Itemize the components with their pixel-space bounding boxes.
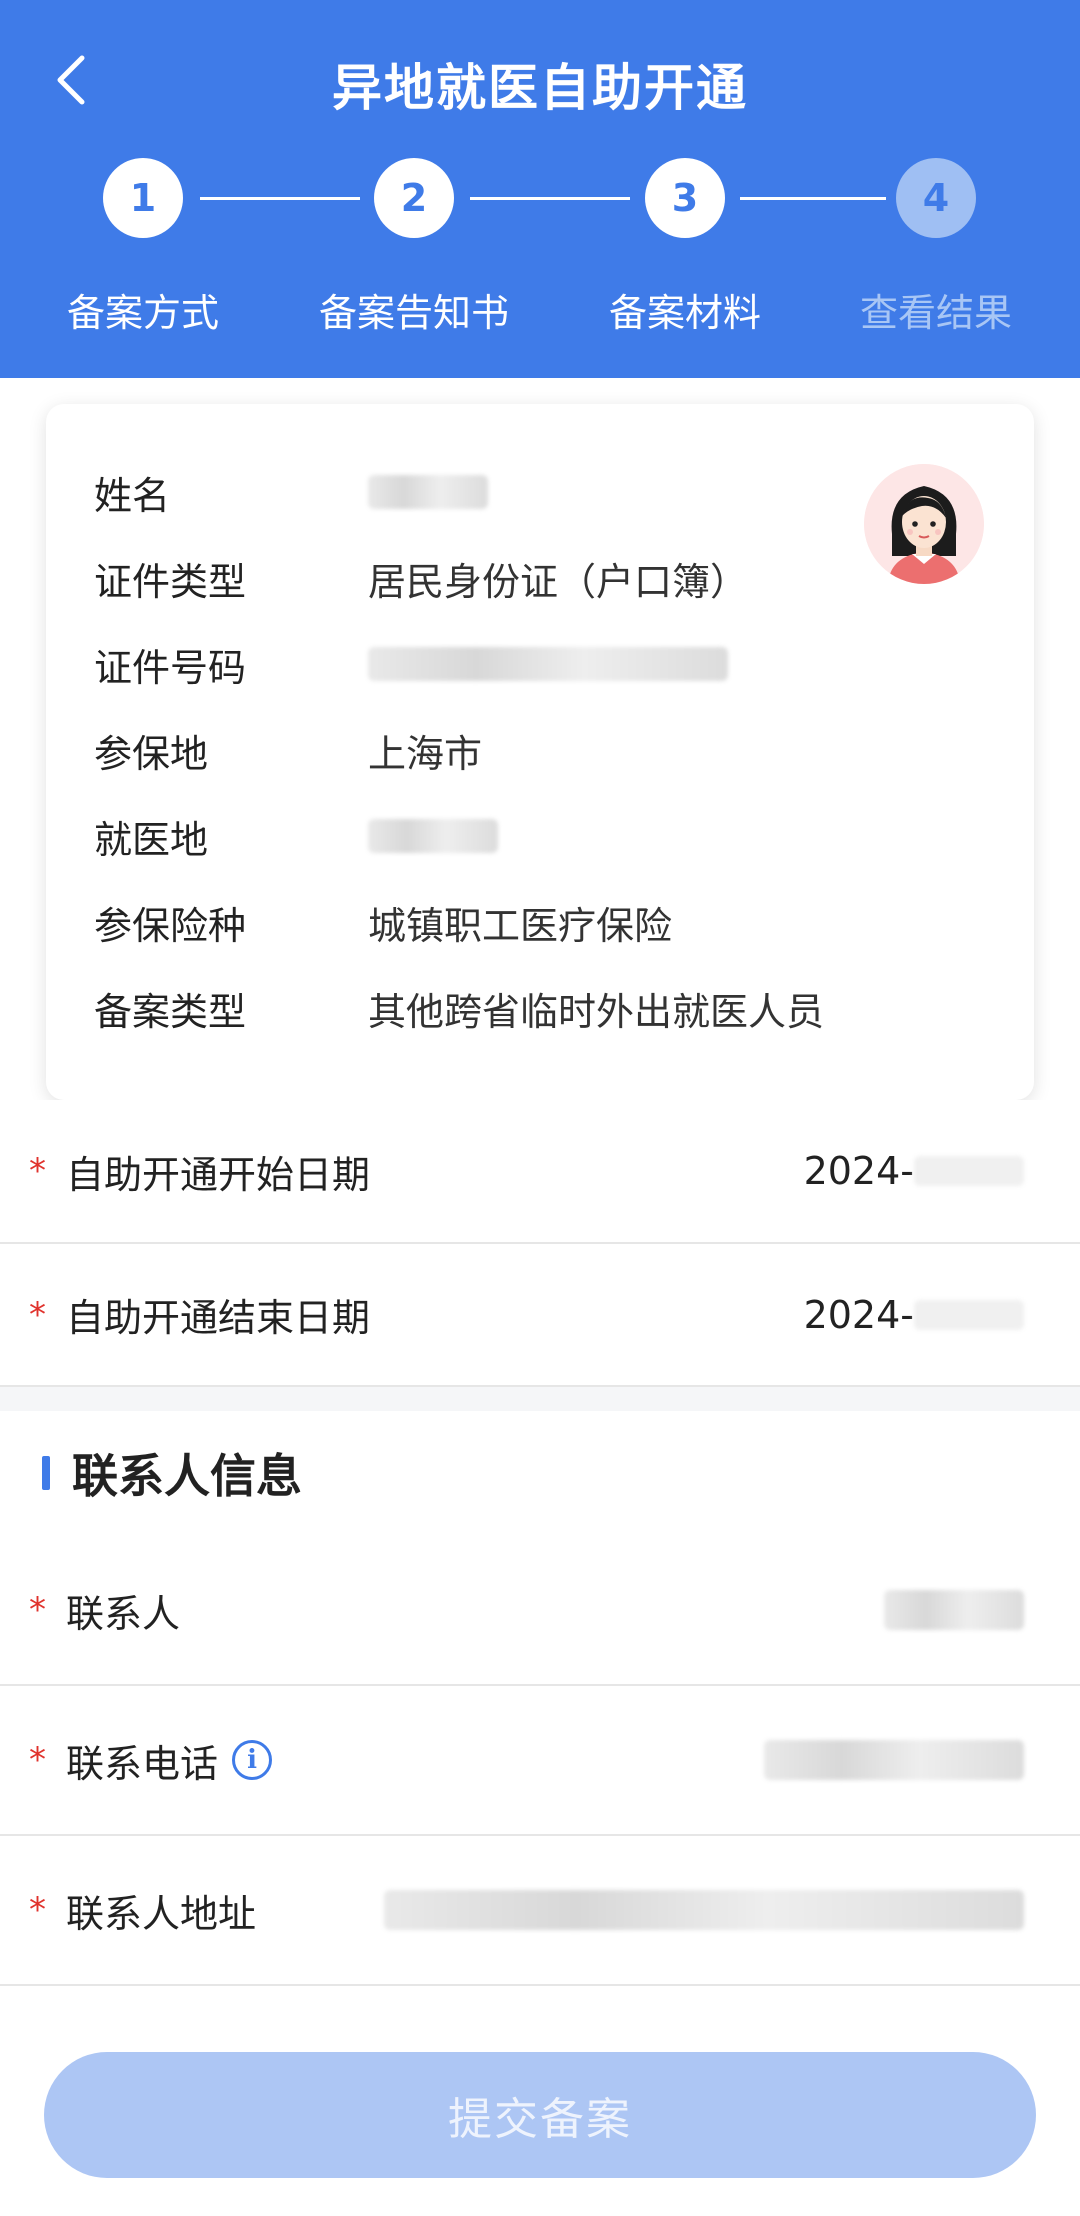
insurance-type-label: 参保险种: [94, 903, 247, 948]
contact-phone-value[interactable]: [764, 1740, 1024, 1780]
step-connector: [740, 197, 886, 200]
info-row-insurance-type: 参保险种 城镇职工医疗保险: [94, 892, 672, 952]
end-date-year: 2024-: [803, 1292, 914, 1337]
info-row-medical-place: 就医地: [94, 806, 498, 866]
page-title: 异地就医自助开通: [332, 59, 748, 117]
contact-name-row[interactable]: * 联系人: [0, 1536, 1080, 1686]
id-number-value-redacted: [368, 647, 728, 681]
info-row-id-type: 证件类型 居民身份证（户口簿）: [94, 548, 748, 608]
step-connector: [470, 197, 630, 200]
contact-name-redacted: [884, 1590, 1024, 1630]
required-mark: *: [29, 1740, 46, 1780]
contact-address-value[interactable]: [384, 1890, 1024, 1930]
end-date-row[interactable]: * 自助开通结束日期 2024-: [0, 1244, 1080, 1387]
medical-place-label: 就医地: [94, 817, 209, 862]
contact-phone-label: 联系电话: [66, 1741, 219, 1786]
step-4-label: 查看结果: [859, 291, 1012, 335]
required-mark: *: [29, 1590, 46, 1630]
end-date-redacted: [914, 1299, 1024, 1330]
section-divider: [0, 1387, 1080, 1411]
start-date-year: 2024-: [803, 1149, 914, 1193]
required-mark: *: [29, 1151, 46, 1191]
female-avatar-icon: [864, 464, 984, 584]
contact-section-header: 联系人信息: [42, 1440, 302, 1506]
contact-phone-redacted: [764, 1740, 1024, 1780]
contact-name-value[interactable]: [884, 1590, 1024, 1630]
filing-type-value: 其他跨省临时外出就医人员: [368, 989, 825, 1034]
step-3-label: 备案材料: [608, 291, 761, 335]
info-row-insured-place: 参保地 上海市: [94, 720, 482, 780]
info-row-id-number: 证件号码: [94, 634, 728, 694]
contact-address-label: 联系人地址: [66, 1891, 257, 1936]
start-date-redacted: [914, 1156, 1024, 1186]
end-date-label: 自助开通结束日期: [66, 1296, 371, 1340]
insured-place-label: 参保地: [94, 731, 209, 776]
id-number-label: 证件号码: [94, 645, 247, 690]
contact-section-title: 联系人信息: [72, 1449, 302, 1503]
step-2-circle: 2: [374, 158, 454, 238]
step-2-label: 备案告知书: [318, 291, 509, 335]
insured-place-value: 上海市: [368, 731, 483, 776]
contact-address-redacted: [384, 1890, 1024, 1930]
start-date-row[interactable]: * 自助开通开始日期 2024-: [0, 1100, 1080, 1244]
step-connector: [200, 197, 360, 200]
start-date-value[interactable]: 2024-: [804, 1149, 1024, 1193]
name-value-redacted: [368, 475, 488, 509]
required-mark: *: [29, 1890, 46, 1930]
medical-place-value-redacted: [368, 819, 498, 853]
submit-filing-button[interactable]: 提交备案: [44, 2052, 1036, 2178]
name-label: 姓名: [94, 473, 171, 518]
info-circle-icon[interactable]: i: [232, 1740, 273, 1780]
insured-info-card: 姓名 证件类型 居民身份证（户口簿） 证件号码 参保地 上海市 就医地 参保险种…: [46, 404, 1034, 1100]
step-1-circle: 1: [103, 158, 183, 238]
step-4-circle: 4: [896, 158, 976, 238]
step-3-circle: 3: [645, 158, 725, 238]
insurance-type-value: 城镇职工医疗保险: [368, 903, 673, 948]
contact-phone-row[interactable]: * 联系电话 i: [0, 1686, 1080, 1836]
section-accent-bar: [42, 1456, 50, 1490]
contact-address-row[interactable]: * 联系人地址: [0, 1836, 1080, 1986]
filing-type-label: 备案类型: [94, 989, 247, 1034]
required-mark: *: [29, 1294, 46, 1335]
info-row-filing-type: 备案类型 其他跨省临时外出就医人员: [94, 978, 824, 1038]
header-bar: 异地就医自助开通 1 2 3 4 备案方式 备案告知书 备案材料 查看结果: [0, 0, 1080, 378]
start-date-label: 自助开通开始日期: [66, 1152, 371, 1197]
id-type-label: 证件类型: [94, 559, 247, 604]
step-1-label: 备案方式: [66, 291, 219, 335]
end-date-value[interactable]: 2024-: [804, 1293, 1024, 1337]
id-type-value: 居民身份证（户口簿）: [368, 559, 749, 604]
info-row-name: 姓名: [94, 462, 488, 522]
contact-name-label: 联系人: [66, 1591, 181, 1636]
